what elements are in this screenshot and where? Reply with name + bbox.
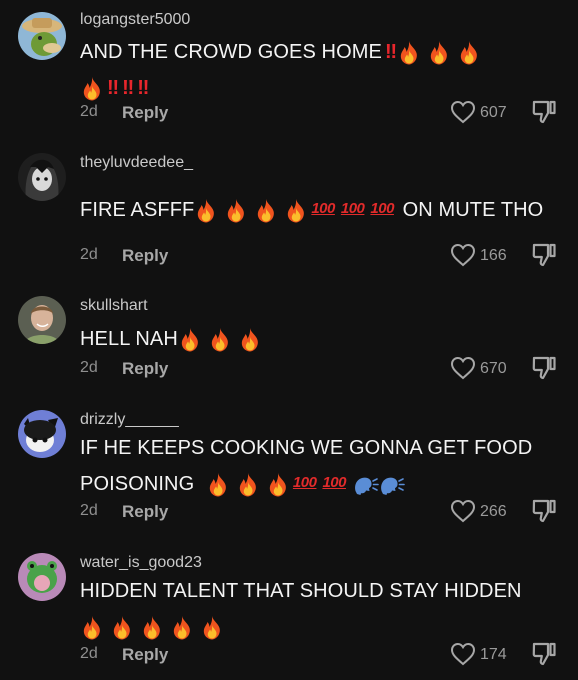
speaking-head-emoji	[379, 474, 405, 496]
reply-button[interactable]: Reply	[122, 645, 168, 665]
comment-age: 2d	[80, 645, 98, 662]
like-count: 607	[480, 104, 507, 121]
avatar[interactable]	[18, 12, 66, 60]
fire-emoji	[208, 327, 232, 353]
dislike-button[interactable]	[530, 497, 558, 525]
dislike-button[interactable]	[530, 241, 558, 269]
thumbs-down-icon	[532, 499, 556, 523]
fire-emoji	[238, 327, 262, 353]
thumbs-down-icon	[532, 243, 556, 267]
hundred-points-emoji: 100	[322, 473, 346, 491]
double-exclamation-emoji: ‼	[137, 77, 149, 99]
fire-emoji	[224, 198, 248, 224]
comment-text-line2: POISONING	[80, 473, 195, 495]
fire-emoji	[178, 327, 202, 353]
dislike-button[interactable]	[530, 354, 558, 382]
double-exclamation-emoji: ‼	[107, 77, 119, 99]
fire-emoji	[80, 76, 104, 102]
comment-age: 2d	[80, 246, 98, 263]
comment-text: HELL NAH	[80, 321, 558, 357]
fire-emoji	[427, 40, 451, 66]
fire-emoji	[397, 40, 421, 66]
double-exclamation-emoji: ‼	[122, 77, 134, 99]
heart-icon	[450, 642, 476, 666]
hundred-points-emoji: 100	[370, 199, 394, 217]
comment-text: IF HE KEEPS COOKING WE GONNA GET FOOD POI…	[80, 430, 558, 503]
fire-emoji	[194, 198, 218, 224]
fire-emoji	[284, 198, 308, 224]
comment-text-body: AND THE CROWD GOES HOME	[80, 41, 382, 63]
thumbs-down-icon	[532, 100, 556, 124]
fire-emoji	[140, 615, 164, 641]
like-button[interactable]: 607	[450, 100, 530, 126]
reply-button[interactable]: Reply	[122, 502, 168, 522]
like-count: 670	[480, 360, 507, 377]
heart-icon	[450, 100, 476, 124]
comment-text-body: IF HE KEEPS COOKING WE GONNA GET FOOD	[80, 437, 533, 459]
double-exclamation-emoji: ‼	[384, 41, 397, 63]
like-button[interactable]: 670	[450, 356, 530, 382]
fire-emoji	[254, 198, 278, 224]
dislike-button[interactable]	[530, 98, 558, 126]
reply-button[interactable]: Reply	[122, 246, 168, 266]
thumbs-down-icon	[532, 642, 556, 666]
like-button[interactable]: 174	[450, 642, 530, 668]
reply-button[interactable]: Reply	[122, 359, 168, 379]
reply-button[interactable]: Reply	[122, 103, 168, 123]
comment-text: HIDDEN TALENT THAT SHOULD STAY HIDDEN	[80, 573, 558, 645]
comment-text: FIRE ASFFF 100 100 100 ON MUTE THO	[80, 192, 558, 229]
avatar[interactable]	[18, 410, 66, 458]
fire-emoji	[110, 615, 134, 641]
comment-age: 2d	[80, 359, 98, 376]
like-count: 266	[480, 503, 507, 520]
fire-emoji	[206, 472, 230, 498]
like-button[interactable]: 266	[450, 499, 530, 525]
fire-emoji	[457, 40, 481, 66]
fire-emoji	[200, 615, 224, 641]
heart-icon	[450, 356, 476, 380]
fire-emoji	[170, 615, 194, 641]
heart-icon	[450, 243, 476, 267]
comment-text-body: FIRE ASFFF	[80, 199, 195, 221]
username[interactable]: skullshart	[80, 297, 148, 315]
comment-text-body: HELL NAH	[80, 328, 178, 350]
comment-text-tail: ON MUTE THO	[402, 199, 544, 221]
username[interactable]: drizzly______	[80, 411, 179, 429]
dislike-button[interactable]	[530, 640, 558, 668]
comment-age: 2d	[80, 502, 98, 519]
username[interactable]: water_is_good23	[80, 554, 202, 572]
username[interactable]: theyluvdeedee_	[80, 154, 193, 172]
speaking-head-emoji	[353, 474, 379, 496]
like-button[interactable]: 166	[450, 243, 530, 269]
hundred-points-emoji: 100	[292, 473, 317, 491]
fire-emoji	[236, 472, 260, 498]
like-count: 166	[480, 247, 507, 264]
hundred-points-emoji: 100	[340, 199, 365, 217]
avatar[interactable]	[18, 553, 66, 601]
comment-text: AND THE CROWD GOES HOME ‼ ‼ ‼ ‼	[80, 34, 558, 106]
like-count: 174	[480, 646, 507, 663]
fire-emoji	[266, 472, 290, 498]
username[interactable]: logangster5000	[80, 11, 190, 29]
comment-text-body: HIDDEN TALENT THAT SHOULD STAY HIDDEN	[80, 580, 522, 602]
comment-age: 2d	[80, 103, 98, 120]
avatar[interactable]	[18, 153, 66, 201]
fire-emoji	[80, 615, 104, 641]
thumbs-down-icon	[532, 356, 556, 380]
avatar[interactable]	[18, 296, 66, 344]
heart-icon	[450, 499, 476, 523]
hundred-points-emoji: 100	[311, 199, 335, 217]
